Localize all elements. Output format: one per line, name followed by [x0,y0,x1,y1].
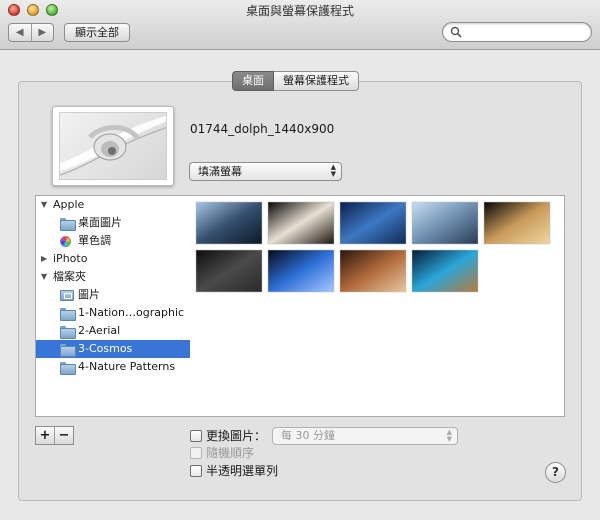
wallpaper-thumbnail[interactable] [195,249,263,293]
source-label: 桌面圖片 [78,216,122,229]
add-folder-button[interactable]: + [36,427,54,444]
source-label: 4-Nature Patterns [78,360,176,373]
folder-icon [60,326,76,339]
wallpaper-thumbnail[interactable] [411,201,479,245]
source-item-row[interactable]: 單色調 [36,232,190,250]
wallpaper-thumbnail[interactable] [411,249,479,293]
image-grid[interactable] [190,195,565,417]
random-order-checkbox[interactable] [190,447,202,459]
navigation-segmented-control: ◀ ▶ [8,23,54,42]
pictures-folder-icon [60,290,74,301]
fit-mode-popup[interactable]: 填滿螢幕 ▲ ▼ [189,162,342,181]
disclosure-closed-icon[interactable]: ▶ [41,250,47,268]
search-input[interactable] [442,22,592,42]
source-label: Apple [53,198,85,211]
source-group-row[interactable]: ▶ iPhoto [36,250,190,268]
source-label: 3-Cosmos [78,342,133,355]
popup-arrows-icon: ▲ ▼ [330,163,336,178]
window-title: 桌面與螢幕保護程式 [245,4,354,18]
search-icon [450,26,462,38]
change-picture-label: 更換圖片： [206,429,267,443]
tab-bar: 桌面 螢幕保護程式 [232,71,359,91]
preferences-window: 桌面與螢幕保護程式 ◀ ▶ 顯示全部 桌面 螢幕保護程式 01744_dolph… [0,0,600,520]
color-wheel-icon [60,236,71,247]
show-all-button[interactable]: 顯示全部 [64,23,130,42]
title-bar: 桌面與螢幕保護程式 ◀ ▶ 顯示全部 [0,0,600,50]
wallpaper-thumbnail[interactable] [267,201,335,245]
preview-image [59,112,167,180]
source-item-row[interactable]: 4-Nature Patterns [36,358,190,376]
source-item-row[interactable]: 圖片 [36,286,190,304]
wallpaper-thumbnail[interactable] [267,249,335,293]
folder-icon [60,362,76,375]
tab-screen-saver[interactable]: 螢幕保護程式 [274,71,359,91]
popup-arrows-icon: ▲ ▼ [446,428,452,443]
source-label: 2-Aerial [78,324,121,337]
wallpaper-thumbnail[interactable] [339,201,407,245]
change-interval-popup[interactable]: 每 30 分鐘 ▲ ▼ [272,427,458,445]
wallpaper-thumbnail[interactable] [483,201,551,245]
source-label: 單色調 [78,234,111,247]
add-remove-control: + − [35,426,74,445]
source-group-row[interactable]: ▼ 檔案夾 [36,268,190,286]
remove-folder-button[interactable]: − [54,427,73,444]
desktop-preview [52,106,174,186]
disclosure-open-icon[interactable]: ▼ [41,196,47,214]
source-item-row[interactable]: 3-Cosmos [36,340,190,358]
back-arrow-icon[interactable]: ◀ [9,24,31,41]
wallpaper-thumbnail[interactable] [195,201,263,245]
source-item-row[interactable]: 桌面圖片 [36,214,190,232]
source-item-row[interactable]: 2-Aerial [36,322,190,340]
folder-icon [60,308,76,321]
translucent-menu-bar-label: 半透明選單列 [206,464,279,478]
source-label: 檔案夾 [53,270,86,283]
help-button[interactable]: ? [545,462,566,483]
wallpaper-filename: 01744_dolph_1440x900 [190,122,335,136]
source-label: iPhoto [53,252,88,265]
disclosure-open-icon[interactable]: ▼ [41,268,47,286]
source-list[interactable]: ▼ Apple 桌面圖片單色調 ▶ iPhoto ▼ 檔案夾圖片 1-Nation…ograp… [35,195,191,417]
forward-arrow-icon[interactable]: ▶ [30,24,54,41]
thumbnail-canvas [195,201,551,293]
source-label: 1-Nation…ographic [78,306,185,319]
source-label: 圖片 [78,288,100,301]
random-order-label: 隨機順序 [206,446,255,460]
folder-icon [60,344,76,357]
folder-icon [60,218,76,231]
translucent-menu-bar-checkbox[interactable] [190,465,202,477]
source-group-row[interactable]: ▼ Apple [36,196,190,214]
change-picture-checkbox[interactable] [190,430,202,442]
wallpaper-thumbnail[interactable] [339,249,407,293]
source-item-row[interactable]: 1-Nation…ographic [36,304,190,322]
change-interval-value: 每 30 分鐘 [281,429,335,442]
fit-mode-value: 填滿螢幕 [198,165,242,178]
tab-desktop[interactable]: 桌面 [232,71,274,91]
